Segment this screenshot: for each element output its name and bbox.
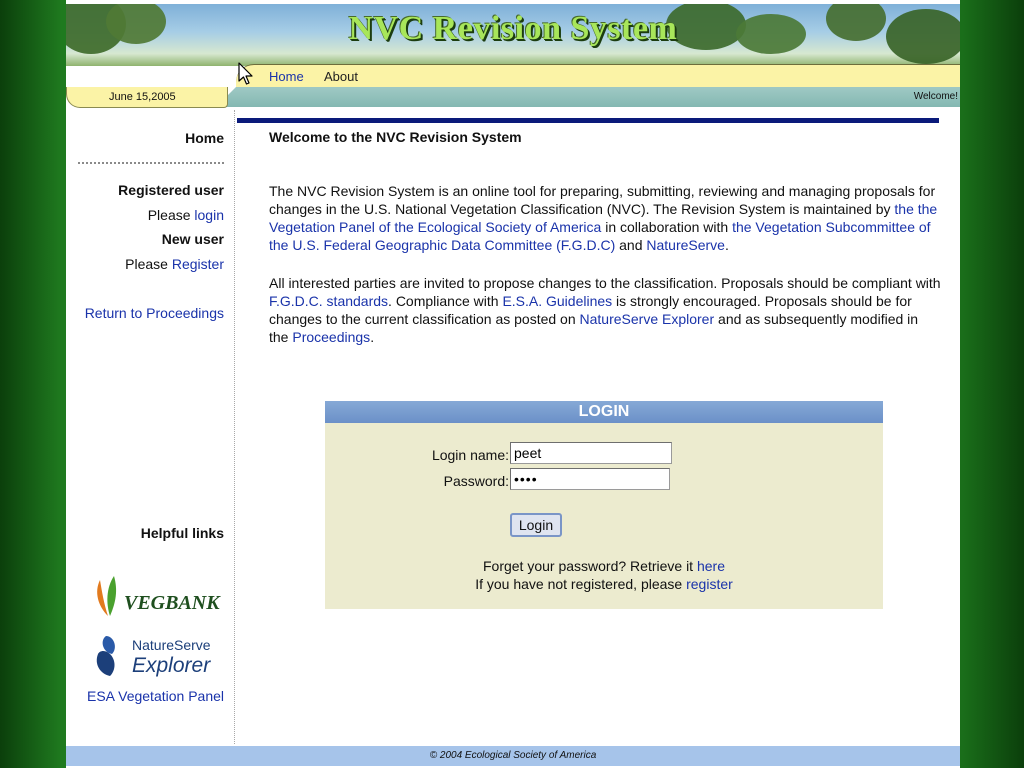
vegbank-logo[interactable]: VEGBANK	[92, 574, 222, 620]
register-link[interactable]: register	[686, 576, 733, 592]
vegbank-logo-text: VEGBANK	[124, 592, 221, 614]
butterfly-icon	[96, 651, 115, 676]
explorer-logo-text: Explorer	[132, 654, 211, 677]
leaf-icon	[107, 576, 117, 616]
intro-text: in collaboration with	[601, 219, 733, 235]
password-label: Password:	[443, 473, 509, 489]
intro-text: .	[724, 237, 729, 253]
arrow-cursor-icon	[238, 62, 253, 85]
registered-user-label: Registered user	[118, 182, 224, 198]
natureserve-link[interactable]: NatureServe	[646, 237, 725, 253]
helpful-links-label: Helpful links	[140, 525, 224, 541]
nav-about-link[interactable]: About	[324, 69, 358, 84]
current-date: June 15,2005	[109, 91, 176, 103]
welcome-text: Welcome!	[913, 91, 958, 102]
intro-text: The NVC Revision System is an online too…	[269, 183, 936, 217]
login-button[interactable]: Login	[510, 513, 562, 537]
nav-home-link[interactable]: Home	[269, 69, 304, 84]
esa-guidelines-link[interactable]: E.S.A. Guidelines	[502, 293, 612, 309]
retrieve-password-link[interactable]: here	[697, 558, 725, 574]
register-prompt-text: If you have not registered, please	[475, 576, 687, 592]
date-bar: June 15,2005	[66, 87, 228, 108]
natureserve-explorer-logo[interactable]: NatureServe Explorer	[92, 630, 222, 680]
sidebar-login-link[interactable]: login	[194, 207, 224, 223]
nav-bar: Home About	[236, 64, 960, 88]
proposal-paragraph: All interested parties are invited to pr…	[269, 274, 941, 346]
forgot-password-text: Forget your password? Retrieve it	[482, 558, 697, 574]
sidebar-register-line: Please Register	[125, 256, 224, 272]
sidebar-login-line: Please login	[148, 207, 224, 223]
natureserve-logo-text: NatureServe	[132, 637, 211, 653]
proposal-text: . Compliance with	[388, 293, 503, 309]
page-title: Welcome to the NVC Revision System	[269, 129, 522, 145]
new-user-label: New user	[161, 231, 224, 247]
header-banner: NVC Revision System	[66, 4, 960, 66]
login-name-input[interactable]	[510, 442, 672, 464]
login-name-label: Login name:	[431, 447, 509, 463]
esa-vegetation-panel-link[interactable]: ESA Vegetation Panel	[87, 688, 224, 704]
sidebar-register-link[interactable]: Register	[172, 256, 224, 272]
sidebar-new-user-heading: New user	[162, 231, 224, 247]
leaf-icon	[97, 580, 108, 616]
sidebar-registered-heading: Registered user	[118, 182, 224, 198]
forgot-password-line: Forget your password? Retrieve it here	[325, 558, 883, 574]
login-panel: LOGIN Login name: Password: Login Forget…	[325, 401, 883, 609]
footer: © 2004 Ecological Society of America	[66, 746, 960, 766]
fgdc-standards-link[interactable]: F.G.D.C. standards	[269, 293, 388, 309]
login-header: LOGIN	[325, 401, 883, 423]
proceedings-link[interactable]: Proceedings	[292, 329, 370, 345]
natureserve-explorer-link[interactable]: NatureServe Explorer	[580, 311, 715, 327]
page: NVC Revision System Home About Welcome! …	[66, 0, 960, 768]
proposal-text: All interested parties are invited to pr…	[269, 275, 941, 291]
content-divider	[237, 118, 939, 123]
password-input[interactable]	[510, 468, 670, 490]
sidebar-divider	[78, 162, 224, 164]
please-text: Please	[125, 256, 168, 272]
please-text: Please	[147, 207, 191, 223]
sidebar-home-link[interactable]: Home	[185, 130, 224, 146]
site-title: NVC Revision System	[348, 10, 678, 47]
intro-paragraph: The NVC Revision System is an online too…	[269, 182, 941, 254]
proposal-text: .	[370, 329, 375, 345]
welcome-bar: Welcome!	[216, 87, 960, 107]
sidebar-home-label: Home	[185, 130, 224, 146]
helpful-links-heading: Helpful links	[141, 525, 224, 541]
register-line: If you have not registered, please regis…	[325, 576, 883, 592]
return-to-proceedings-link[interactable]: Return to Proceedings	[85, 305, 224, 321]
intro-text: and	[615, 237, 647, 253]
